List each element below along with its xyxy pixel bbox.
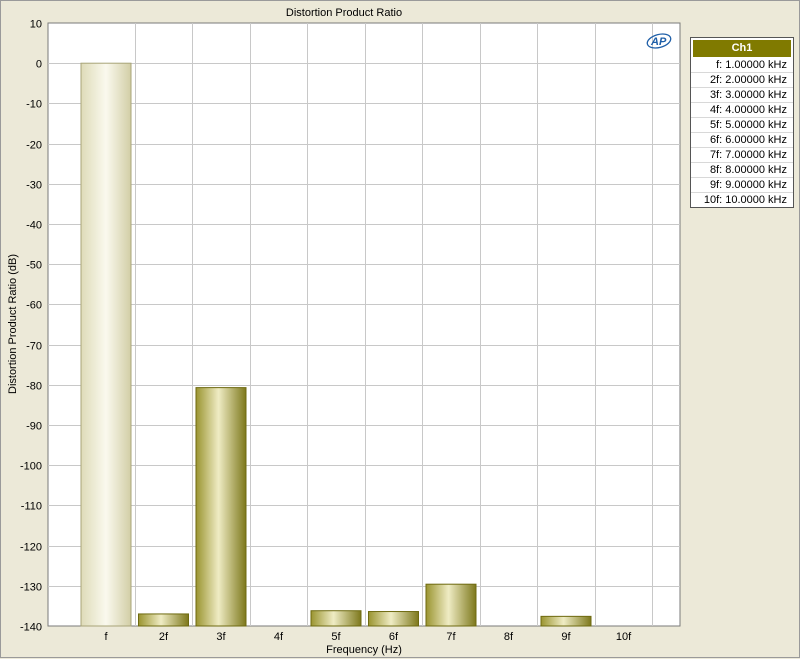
chart-title: Distortion Product Ratio [286,7,402,19]
x-tick-label: 4f [274,631,284,643]
y-tick-labels: 10 0 -10 -20 -30 -40 -50 -60 -70 -80 -90 -100 -110 -1… [20,19,42,634]
bar-2f [138,613,189,627]
y-tick-label: -140 [20,622,42,634]
legend-item: 3f: 3.00000 kHz [691,87,793,102]
legend-item: 5f: 5.00000 kHz [691,117,793,132]
bar-f [80,62,132,627]
x-tick-label: 7f [446,631,456,643]
y-tick-label: -90 [26,421,42,433]
legend-items: f: 1.00000 kHz 2f: 2.00000 kHz 3f: 3.000… [691,58,793,207]
y-tick-label: -120 [20,542,42,554]
x-tick-label: 5f [331,631,341,643]
legend-item: 6f: 6.00000 kHz [691,132,793,147]
legend-item: 2f: 2.00000 kHz [691,72,793,87]
y-tick-label: 0 [36,59,42,71]
legend-header: Ch1 [693,40,791,57]
y-tick-label: -40 [26,220,42,232]
x-tick-labels: f 2f 3f 4f 5f 6f 7f 8f 9f 10f [104,631,632,643]
legend-item: 9f: 9.00000 kHz [691,177,793,192]
graph-window: Distortion Product Ratio 10 0 -10 -20 -30 -40… [0,0,800,658]
y-tick-label: 10 [30,19,42,31]
y-tick-label: -80 [26,381,42,393]
legend-item: 8f: 8.00000 kHz [691,162,793,177]
legend[interactable]: Ch1 f: 1.00000 kHz 2f: 2.00000 kHz 3f: 3… [690,37,794,208]
bar-7f [425,583,477,627]
legend-item: 10f: 10.0000 kHz [691,192,793,207]
legend-item: 4f: 4.00000 kHz [691,102,793,117]
x-tick-label: 10f [616,631,632,643]
legend-item: f: 1.00000 kHz [716,59,787,71]
x-tick-label: 6f [389,631,399,643]
x-tick-label: 3f [216,631,226,643]
y-tick-label: -50 [26,260,42,272]
x-axis-title: Frequency (Hz) [326,644,402,656]
y-tick-label: -20 [26,140,42,152]
x-tick-label: 2f [159,631,169,643]
legend-item: 7f: 7.00000 kHz [691,147,793,162]
y-tick-label: -30 [26,180,42,192]
bar-chart: Distortion Product Ratio 10 0 -10 -20 -30 -40… [7,7,681,656]
bar-5f [310,610,362,627]
bar-3f [195,387,247,627]
y-axis-title: Distortion Product Ratio (dB) [7,254,19,394]
x-tick-label: 8f [504,631,514,643]
ap-logo-text: AP [650,36,667,48]
plot-area [47,22,681,627]
bar-6f [368,611,419,627]
y-tick-label: -100 [20,461,42,473]
y-tick-label: -10 [26,99,42,111]
y-tick-label: -130 [20,582,42,594]
bar-9f [540,615,592,627]
y-tick-label: -70 [26,341,42,353]
y-tick-label: -110 [21,501,42,513]
ap-logo-icon: AP [646,31,674,56]
y-tick-label: -60 [26,300,42,312]
x-tick-label: f [104,631,108,643]
x-tick-label: 9f [561,631,571,643]
